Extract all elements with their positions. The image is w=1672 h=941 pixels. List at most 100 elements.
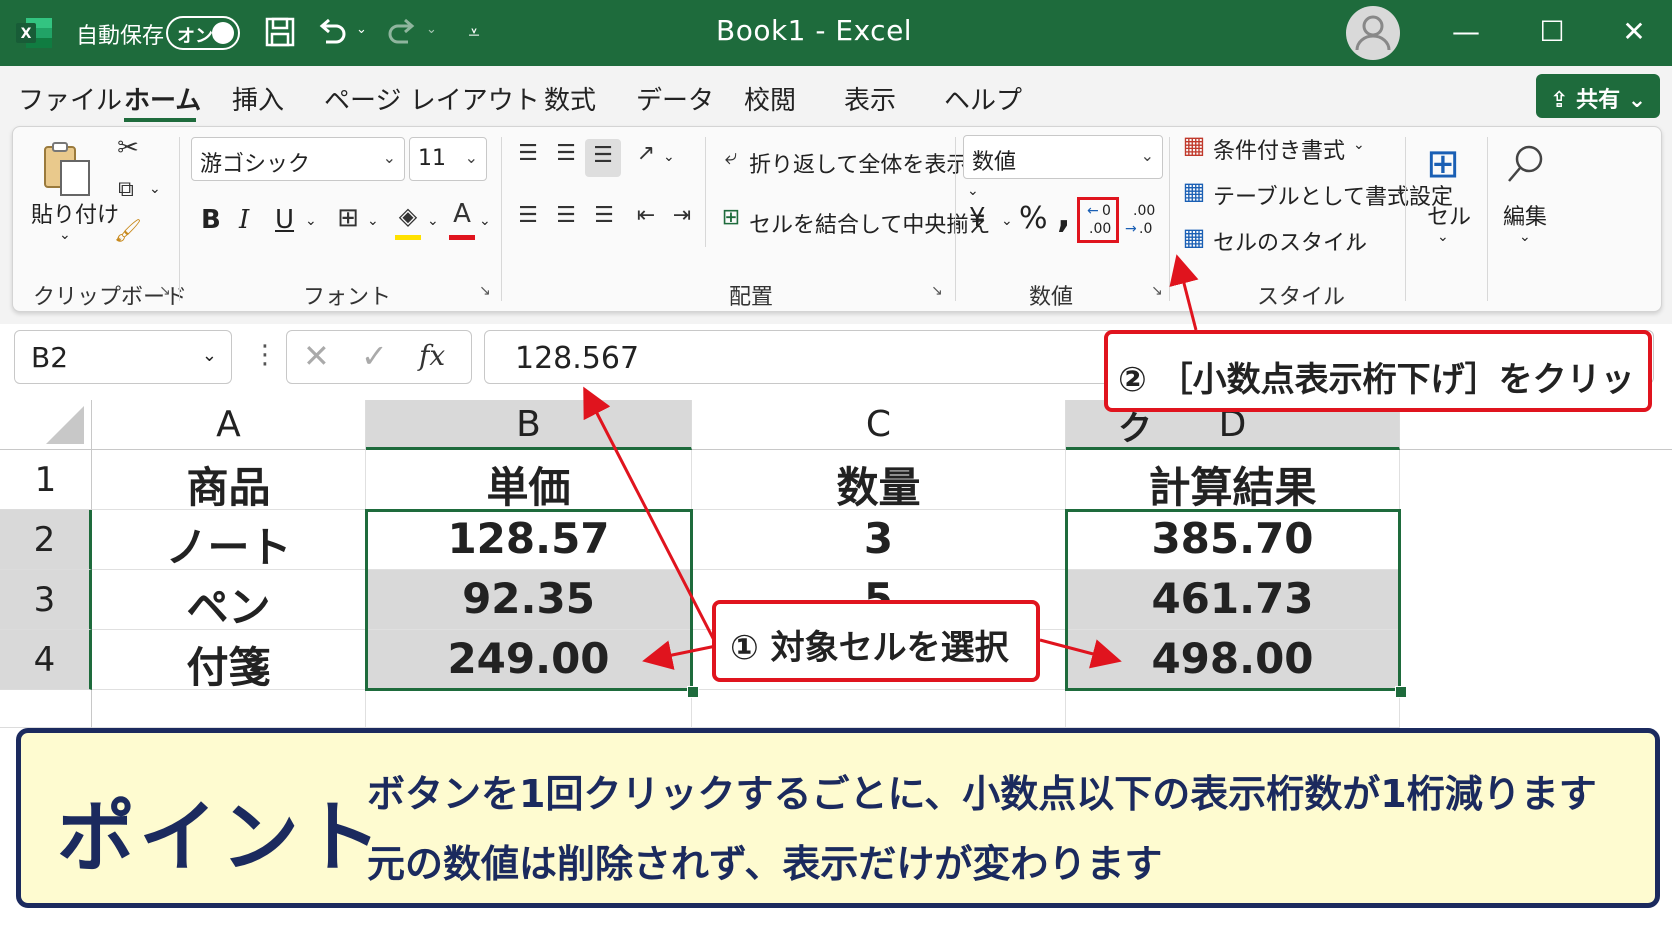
wrap-text-icon[interactable]: ⤶	[717, 145, 745, 170]
italic-button[interactable]: I	[239, 205, 249, 235]
font-name-select[interactable]: 游ゴシック ⌄	[191, 137, 405, 181]
font-color-dropdown-icon[interactable]: ⌄	[479, 213, 491, 229]
tab-view[interactable]: 表示	[844, 80, 896, 117]
cell-b1[interactable]: 単価	[366, 450, 692, 512]
number-format-select[interactable]: 数値 ⌄	[963, 135, 1163, 179]
cell-a1[interactable]: 商品	[92, 450, 366, 512]
row-header-5[interactable]	[0, 690, 92, 728]
font-size-select[interactable]: 11 ⌄	[409, 137, 487, 181]
merge-center-icon[interactable]: ⊞	[717, 205, 745, 230]
align-center-icon[interactable]: ☰	[551, 203, 581, 228]
orientation-icon[interactable]: ↗	[631, 141, 661, 166]
paste-label[interactable]: 貼り付け	[31, 197, 119, 229]
fill-handle[interactable]	[1395, 686, 1407, 698]
cancel-icon[interactable]: ✕	[303, 337, 330, 375]
font-color-button[interactable]: A	[447, 199, 477, 240]
enter-icon[interactable]: ✓	[361, 337, 388, 375]
bold-button[interactable]: B	[201, 205, 221, 235]
row-header-1[interactable]: 1	[0, 450, 92, 510]
bottom-align-icon[interactable]: ☰	[585, 139, 621, 177]
cell-c2[interactable]: 3	[692, 510, 1066, 570]
borders-dropdown-icon[interactable]: ⌄	[367, 213, 379, 229]
autosave-toggle[interactable]: オン	[166, 16, 240, 50]
cell-c5[interactable]	[692, 690, 1066, 728]
fill-handle[interactable]	[687, 686, 699, 698]
format-table-icon[interactable]: ▦	[1179, 177, 1209, 205]
cell-b5[interactable]	[366, 690, 692, 728]
orientation-dropdown-icon[interactable]: ⌄	[663, 149, 675, 165]
close-icon[interactable]: ✕	[1614, 12, 1654, 52]
cells-icon[interactable]: ⊞	[1421, 141, 1465, 187]
customize-toolbar-icon[interactable]: ⩡	[456, 14, 492, 50]
select-all-corner[interactable]	[0, 400, 92, 450]
cell-a4[interactable]: 付箋	[92, 630, 366, 692]
tab-home[interactable]: ホーム	[124, 80, 201, 117]
minimize-icon[interactable]: —	[1446, 12, 1486, 52]
percent-button[interactable]: %	[1019, 201, 1048, 236]
tab-data[interactable]: データ	[636, 80, 714, 117]
format-table-button[interactable]: テーブルとして書式設定	[1213, 179, 1453, 211]
align-left-icon[interactable]: ☰	[513, 203, 543, 228]
cell-a3[interactable]: ペン	[92, 570, 366, 632]
share-button[interactable]: ⇪ 共有 ⌄	[1536, 74, 1660, 118]
clipboard-launcher-icon[interactable]: ↘	[159, 283, 171, 299]
insert-function-button[interactable]: fx	[419, 339, 445, 372]
undo-icon[interactable]	[314, 14, 350, 50]
name-box[interactable]: B2 ⌄	[14, 330, 232, 384]
column-header-c[interactable]: C	[692, 400, 1066, 450]
number-format-extra-icon[interactable]: ⌄	[967, 183, 979, 199]
copy-icon[interactable]: ⧉	[111, 177, 141, 202]
align-right-icon[interactable]: ☰	[589, 203, 619, 228]
redo-icon[interactable]	[384, 14, 420, 50]
cell-a5[interactable]	[92, 690, 366, 728]
cell-a2[interactable]: ノート	[92, 510, 366, 572]
formula-bar-grip-icon[interactable]: ⋮	[252, 340, 278, 370]
editing-dropdown-icon[interactable]: ⌄	[1519, 229, 1531, 245]
save-icon[interactable]	[262, 14, 298, 50]
comma-style-button[interactable]: ,	[1057, 195, 1071, 236]
currency-button[interactable]: ¥	[969, 203, 986, 233]
underline-dropdown-icon[interactable]: ⌄	[305, 213, 317, 229]
font-launcher-icon[interactable]: ↘	[479, 283, 491, 299]
fill-color-button[interactable]: ◈	[393, 201, 423, 240]
paste-icon[interactable]	[39, 139, 95, 199]
copy-dropdown-icon[interactable]: ⌄	[149, 181, 161, 197]
column-header-a[interactable]: A	[92, 400, 366, 450]
column-header-b[interactable]: B	[366, 400, 692, 450]
increase-indent-icon[interactable]: ⇥	[667, 203, 697, 228]
cell-d1[interactable]: 計算結果	[1066, 450, 1400, 512]
redo-dropdown-icon[interactable]: ⌄	[426, 22, 437, 37]
decrease-indent-icon[interactable]: ⇤	[631, 203, 661, 228]
editing-button[interactable]: 編集	[1503, 199, 1547, 231]
cell-styles-button[interactable]: セルのスタイル	[1213, 225, 1367, 257]
borders-icon[interactable]: ⊞	[333, 203, 363, 233]
alignment-launcher-icon[interactable]: ↘	[931, 283, 943, 299]
cell-styles-icon[interactable]: ▦	[1179, 223, 1209, 251]
maximize-icon[interactable]: ☐	[1532, 12, 1572, 52]
paste-dropdown-icon[interactable]: ⌄	[59, 227, 71, 243]
cell-c1[interactable]: 数量	[692, 450, 1066, 512]
conditional-format-icon[interactable]: ▦	[1179, 131, 1209, 159]
undo-dropdown-icon[interactable]: ⌄	[356, 22, 367, 37]
row-header-2[interactable]: 2	[0, 510, 92, 570]
tab-insert[interactable]: 挿入	[232, 80, 284, 117]
conditional-format-button[interactable]: 条件付き書式	[1213, 133, 1345, 165]
format-painter-icon[interactable]: 🖌	[113, 219, 143, 244]
conditional-dropdown-icon[interactable]: ⌄	[1353, 137, 1365, 153]
merge-dropdown-icon[interactable]: ⌄	[951, 213, 963, 229]
tab-help[interactable]: ヘルプ	[944, 80, 1022, 117]
row-header-3[interactable]: 3	[0, 570, 92, 630]
tab-review[interactable]: 校閲	[744, 80, 796, 117]
cells-dropdown-icon[interactable]: ⌄	[1437, 229, 1449, 245]
tab-page-layout[interactable]: ページ レイアウト	[324, 80, 540, 117]
middle-align-icon[interactable]: ☰	[551, 141, 581, 166]
currency-dropdown-icon[interactable]: ⌄	[1001, 213, 1013, 229]
fill-color-dropdown-icon[interactable]: ⌄	[427, 213, 439, 229]
row-header-4[interactable]: 4	[0, 630, 92, 690]
tab-formulas[interactable]: 数式	[544, 80, 596, 117]
number-launcher-icon[interactable]: ↘	[1151, 283, 1163, 299]
user-avatar-icon[interactable]	[1346, 6, 1400, 60]
top-align-icon[interactable]: ☰	[513, 141, 543, 166]
search-icon[interactable]	[1503, 139, 1549, 189]
cell-styles-dropdown-icon[interactable]: ⌄	[1347, 229, 1359, 245]
